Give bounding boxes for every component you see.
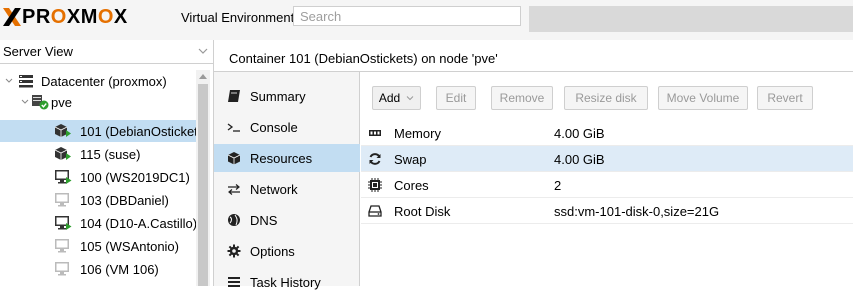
tree-item-pve[interactable]: pve	[0, 91, 196, 113]
vm-stopped-icon	[55, 262, 69, 276]
search-input[interactable]	[293, 6, 521, 26]
resource-tree-panel: Server View Datacenter (proxmox) pve 101…	[0, 40, 214, 286]
nav-item-label: Options	[250, 244, 295, 259]
chevron-down-icon	[406, 96, 414, 101]
resources-grid: Memory 4.00 GiB Swap 4.00 GiB Cores 2 Ro…	[361, 120, 853, 286]
tree-item-label: 104 (D10-A.Castillo)	[80, 216, 196, 231]
memory-icon	[369, 130, 381, 136]
proxmox-logo[interactable]: PROXMOX	[2, 6, 128, 28]
scrollbar-thumb[interactable]	[198, 84, 208, 286]
resources-toolbar: Add Edit Remove Resize disk Move Volume …	[361, 72, 853, 120]
nav-item-label: Summary	[250, 89, 306, 104]
proxmox-wordmark: PROXMOX	[22, 6, 128, 28]
chevron-down-icon[interactable]	[198, 46, 208, 56]
cube-icon	[227, 152, 241, 165]
nav-item-task-history[interactable]: Task History	[214, 268, 360, 296]
nav-item-label: Console	[250, 120, 298, 135]
revert-button[interactable]: Revert	[757, 86, 813, 110]
resource-row-swap[interactable]: Swap 4.00 GiB	[361, 146, 853, 172]
container-icon	[54, 147, 71, 160]
resource-value: 4.00 GiB	[554, 126, 605, 141]
tree-item-vm-103[interactable]: 103 (DBDaniel)	[0, 189, 196, 211]
resize-disk-button-label: Resize disk	[575, 91, 637, 105]
terminal-icon	[227, 123, 240, 132]
remove-button[interactable]: Remove	[491, 86, 553, 110]
nav-item-dns[interactable]: DNS	[214, 206, 360, 234]
resource-row-cores[interactable]: Cores 2	[361, 172, 853, 198]
tree-item-label: pve	[51, 95, 72, 110]
book-icon	[228, 90, 240, 102]
nav-item-options[interactable]: Options	[214, 237, 360, 265]
expand-toggle-icon[interactable]	[20, 97, 30, 107]
nav-item-summary[interactable]: Summary	[214, 82, 360, 110]
tree-item-vm-100[interactable]: 100 (WS2019DC1)	[0, 166, 196, 188]
nav-item-label: Network	[250, 182, 298, 197]
resource-tree: Datacenter (proxmox) pve 101 (DebianOsti…	[0, 70, 196, 286]
exchange-icon	[228, 184, 240, 195]
resource-key: Root Disk	[394, 204, 451, 219]
gear-icon	[227, 244, 241, 258]
cpu-icon	[368, 178, 382, 192]
swap-icon	[369, 153, 381, 165]
vm-running-icon	[55, 216, 72, 230]
expand-toggle-icon[interactable]	[4, 76, 14, 86]
datacenter-icon	[19, 75, 33, 88]
top-toolbar-area	[529, 6, 853, 32]
tree-scrollbar[interactable]	[196, 70, 210, 286]
resource-key: Memory	[394, 126, 441, 141]
tree-item-datacenter[interactable]: Datacenter (proxmox)	[0, 70, 196, 92]
tree-item-vm-104[interactable]: 104 (D10-A.Castillo)	[0, 212, 196, 234]
move-volume-button-label: Move Volume	[666, 91, 740, 105]
nav-item-console[interactable]: Console	[214, 113, 360, 141]
guest-nav-menu: Summary Console Resources Network DNS Op…	[214, 72, 360, 290]
node-online-icon	[32, 95, 49, 110]
resource-row-root-disk[interactable]: Root Disk ssd:vm-101-disk-0,size=21G	[361, 198, 853, 224]
vm-stopped-icon	[55, 193, 69, 207]
view-selector[interactable]: Server View	[0, 40, 214, 64]
globe-icon	[228, 214, 240, 226]
tree-item-label: Datacenter (proxmox)	[41, 74, 167, 89]
tree-item-vm-106[interactable]: 106 (VM 106)	[0, 258, 196, 280]
tree-item-ct-101[interactable]: 101 (DebianOstickets)	[0, 120, 196, 142]
nav-item-label: DNS	[250, 213, 278, 228]
tree-item-vm-105[interactable]: 105 (WSAntonio)	[0, 235, 196, 257]
container-running-icon	[54, 124, 71, 137]
page-title: Container 101 (DebianOstickets) on node …	[229, 51, 498, 66]
edit-button-label: Edit	[445, 91, 467, 105]
nav-item-network[interactable]: Network	[214, 175, 360, 203]
resize-disk-button[interactable]: Resize disk	[564, 86, 648, 110]
tree-item-label: 100 (WS2019DC1)	[80, 170, 190, 185]
tree-item-label: 106 (VM 106)	[80, 262, 159, 277]
resource-row-memory[interactable]: Memory 4.00 GiB	[361, 120, 853, 146]
vm-running-icon	[55, 170, 72, 184]
list-icon	[228, 277, 240, 287]
scroll-up-arrow-icon[interactable]	[199, 73, 207, 79]
tree-item-label: 101 (DebianOstickets)	[80, 124, 196, 139]
tree-item-ct-115[interactable]: 115 (suse)	[0, 143, 196, 165]
tree-item-label: 105 (WSAntonio)	[80, 239, 179, 254]
revert-button-label: Revert	[767, 91, 803, 105]
resource-key: Cores	[394, 178, 429, 193]
nav-item-label: Resources	[250, 151, 313, 166]
content-header: Container 101 (DebianOstickets) on node …	[214, 40, 853, 72]
proxmox-x-icon	[3, 8, 21, 26]
vm-stopped-icon	[55, 239, 69, 253]
edit-button[interactable]: Edit	[436, 86, 476, 110]
nav-item-resources[interactable]: Resources	[214, 144, 360, 172]
resource-key: Swap	[394, 152, 427, 167]
tree-item-label: 115 (suse)	[80, 147, 141, 162]
top-bar: PROXMOX Virtual Environment 6.2-11	[0, 0, 853, 40]
resource-value: 2	[554, 178, 562, 193]
add-button[interactable]: Add	[372, 86, 421, 110]
hdd-icon	[368, 205, 382, 217]
view-selector-label: Server View	[3, 44, 73, 59]
remove-button-label: Remove	[499, 91, 545, 105]
move-volume-button[interactable]: Move Volume	[658, 86, 748, 110]
tree-item-label: 103 (DBDaniel)	[80, 193, 169, 208]
resource-value: ssd:vm-101-disk-0,size=21G	[554, 204, 720, 219]
add-button-label: Add	[378, 91, 401, 105]
nav-item-label: Task History	[250, 275, 321, 290]
resource-value: 4.00 GiB	[554, 152, 605, 167]
